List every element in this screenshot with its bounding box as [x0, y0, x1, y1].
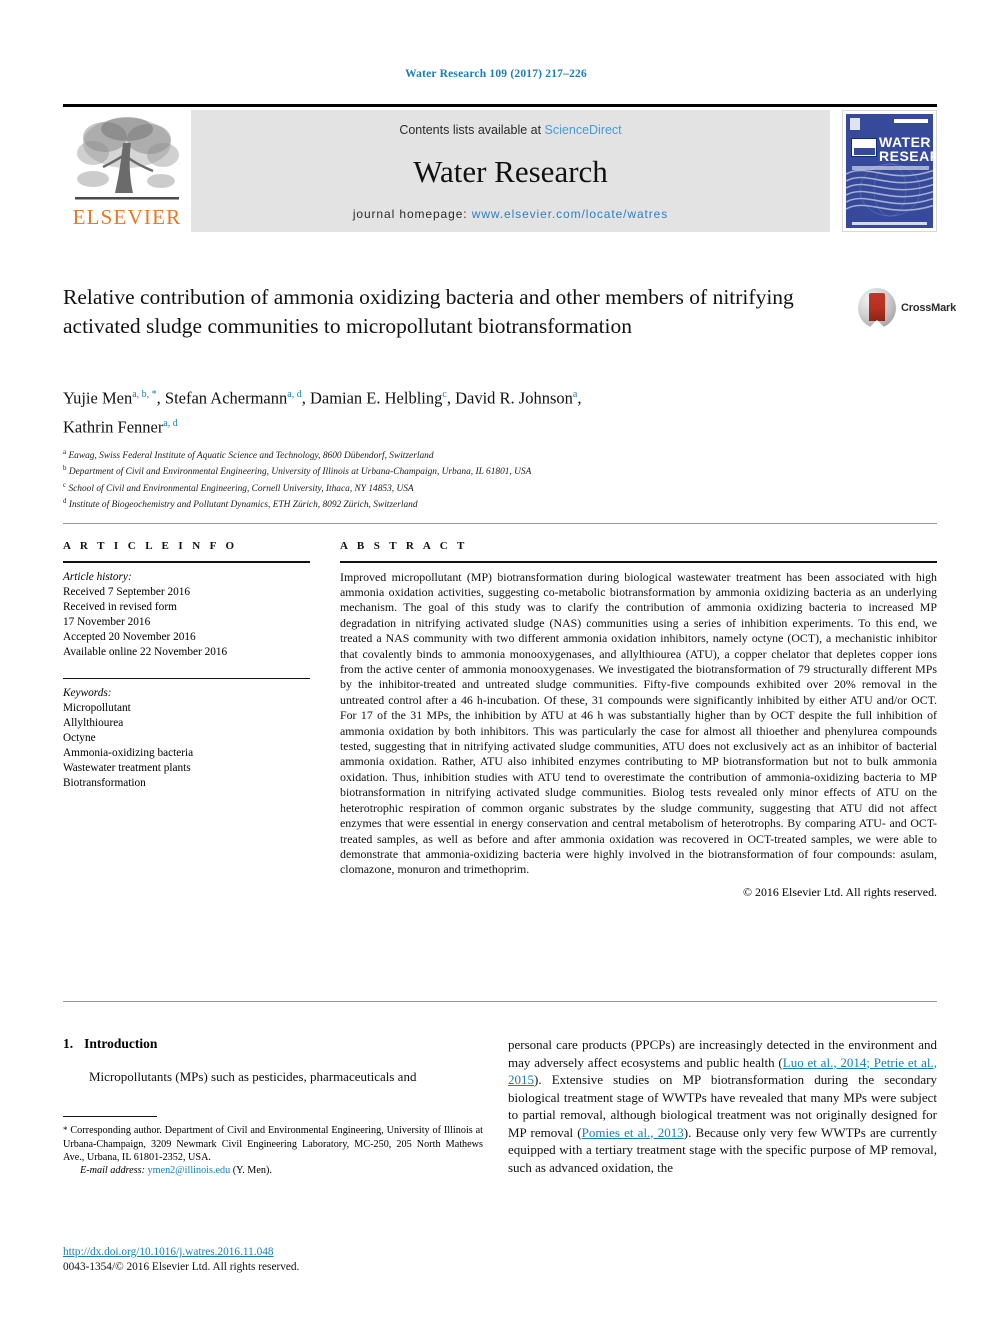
keyword-item: Biotransformation [63, 777, 146, 790]
author-affiliation-marker[interactable]: a, d [163, 418, 177, 429]
crossmark-book-icon [869, 293, 885, 328]
author-name: Kathrin Fenner [63, 417, 164, 436]
abstract-text: Improved micropollutant (MP) biotransfor… [340, 569, 937, 877]
cover-inner: WATER RESEARCH [846, 114, 933, 228]
affiliation-text: Department of Civil and Environmental En… [68, 467, 532, 478]
doi-link[interactable]: http://dx.doi.org/10.1016/j.watres.2016.… [63, 1246, 274, 1258]
journal-header-band: ELSEVIER Contents lists available at Sci… [63, 110, 937, 232]
info-section-top-rule [63, 523, 937, 524]
footnote-text-content: Corresponding author. Department of Civi… [63, 1125, 483, 1163]
keyword-item: Wastewater treatment plants [63, 762, 191, 775]
abstract-column: A B S T R A C T Improved micropollutant … [340, 540, 937, 900]
abstract-heading: A B S T R A C T [340, 540, 468, 552]
cover-iwa-logo-icon [851, 138, 877, 157]
body-column-left: 1. Introduction Micropollutants (MPs) suc… [63, 1036, 483, 1086]
keyword-item: Ammonia-oxidizing bacteria [63, 747, 194, 760]
citation-link[interactable]: Pomies et al., 2013 [582, 1125, 684, 1140]
affiliation-text: School of Civil and Environmental Engine… [68, 483, 414, 494]
author-separator: , [577, 388, 582, 408]
article-history-label: Article history: [63, 570, 132, 583]
author-email-link[interactable]: ymen2@illinois.edu [148, 1165, 231, 1176]
article-info-heading: A R T I C L E I N F O [63, 540, 238, 552]
doi-block: http://dx.doi.org/10.1016/j.watres.2016.… [63, 1242, 483, 1275]
history-item: Received 7 September 2016 [63, 585, 191, 598]
contents-available-line: Contents lists available at ScienceDirec… [191, 123, 830, 137]
cover-title-line1: WATER [879, 134, 932, 150]
page-title: Relative contribution of ammonia oxidizi… [63, 285, 794, 338]
abstract-copyright: © 2016 Elsevier Ltd. All rights reserved… [743, 884, 937, 899]
elsevier-tree-icon [75, 117, 179, 200]
footnote-rule [63, 1116, 157, 1118]
history-item: 17 November 2016 [63, 615, 151, 628]
journal-homepage-line: journal homepage: www.elsevier.com/locat… [191, 207, 830, 221]
running-head: Water Research 109 (2017) 217–226 [405, 68, 587, 80]
affiliation-marker: b [63, 464, 67, 473]
email-suffix: (Y. Men). [230, 1165, 272, 1177]
journal-header-center: Contents lists available at ScienceDirec… [191, 110, 830, 232]
journal-homepage-link[interactable]: www.elsevier.com/locate/watres [472, 207, 668, 221]
elsevier-logo: ELSEVIER [63, 110, 191, 232]
abstract-divider [340, 561, 937, 563]
contents-prefix-text: Contents lists available at [399, 123, 545, 137]
affiliation-list: a Eawag, Swiss Federal Institute of Aqua… [63, 446, 763, 512]
keywords-list: Micropollutant Allylthiourea Octyne Ammo… [63, 701, 310, 791]
author-affiliation-marker[interactable]: a, d [287, 389, 301, 400]
author-affiliation-marker[interactable]: a, b, * [132, 389, 156, 400]
affiliation-item: b Department of Civil and Environmental … [63, 462, 763, 478]
keywords-block: Keywords: Micropollutant Allylthiourea O… [63, 677, 310, 792]
crossmark-badge[interactable]: CrossMark [858, 288, 956, 330]
cover-top-bar [894, 119, 928, 123]
cover-elsevier-mark-icon [850, 118, 860, 130]
affiliation-item: c School of Civil and Environmental Engi… [63, 479, 763, 495]
author-separator: , Damian E. Helbling [301, 388, 443, 408]
section-number: 1. [63, 1036, 74, 1051]
article-info-divider [63, 561, 310, 563]
journal-title: Water Research [413, 154, 608, 189]
cover-title: WATER RESEARCH [879, 135, 933, 163]
affiliation-marker: a [63, 448, 67, 456]
keyword-item: Micropollutant [63, 702, 131, 715]
affiliation-item: a Eawag, Swiss Federal Institute of Aqua… [63, 446, 763, 462]
keyword-item: Octyne [63, 732, 96, 745]
article-info-column: A R T I C L E I N F O Article history: R… [63, 540, 310, 791]
cover-wave-graphic [846, 163, 933, 217]
affiliation-text: Institute of Biogeochemistry and Polluta… [68, 500, 418, 511]
crossmark-label: CrossMark [901, 302, 957, 314]
homepage-prefix-text: journal homepage: [352, 207, 472, 221]
history-item: Received in revised form [63, 600, 177, 613]
footnote-body: * Corresponding author. Department of Ci… [63, 1124, 483, 1164]
author-separator: , David R. Johnson [446, 388, 573, 408]
introduction-paragraph-left: Micropollutants (MPs) such as pesticides… [89, 1069, 417, 1084]
footnote-email-line: E-mail address: ymen2@illinois.edu (Y. M… [63, 1164, 483, 1177]
affiliation-text: Eawag, Swiss Federal Institute of Aquati… [68, 451, 434, 462]
crossmark-ring-icon [858, 288, 896, 328]
author-separator: , Stefan Achermann [156, 388, 288, 408]
history-item: Accepted 20 November 2016 [63, 630, 196, 643]
article-page: Water Research 109 (2017) 217–226 ELSEVI… [0, 0, 992, 1323]
keyword-item: Allylthiourea [63, 717, 124, 730]
section-title: Introduction [84, 1036, 158, 1051]
affiliation-marker: d [63, 497, 67, 506]
introduction-heading: 1. Introduction [63, 1036, 483, 1052]
header-top-rule [63, 104, 937, 107]
author-name: Yujie Men [63, 388, 133, 408]
keywords-label: Keywords: [63, 687, 112, 700]
corresponding-author-footnote: * Corresponding author. Department of Ci… [63, 1116, 483, 1178]
elsevier-wordmark: ELSEVIER [72, 205, 182, 229]
email-label: E-mail address: [80, 1165, 145, 1177]
author-list: Yujie Mena, b, *, Stefan Achermanna, d, … [63, 382, 863, 439]
introduction-paragraph-right: personal care products (PPCPs) are incre… [508, 1036, 937, 1176]
affiliation-marker: c [63, 480, 67, 489]
journal-cover-thumbnail: WATER RESEARCH [842, 110, 937, 232]
keywords-divider [63, 677, 310, 680]
abstract-section-bottom-rule [63, 1001, 937, 1002]
title-block: Relative contribution of ammonia oxidizi… [63, 283, 853, 341]
affiliation-item: d Institute of Biogeochemistry and Pollu… [63, 495, 763, 511]
history-item: Available online 22 November 2016 [63, 645, 228, 658]
sciencedirect-link[interactable]: ScienceDirect [545, 123, 622, 137]
issn-copyright-line: 0043-1354/© 2016 Elsevier Ltd. All right… [63, 1261, 300, 1273]
body-column-right: personal care products (PPCPs) are incre… [508, 1036, 937, 1176]
cover-bottom-bar [852, 222, 927, 225]
article-history-list: Received 7 September 2016 Received in re… [63, 585, 310, 660]
